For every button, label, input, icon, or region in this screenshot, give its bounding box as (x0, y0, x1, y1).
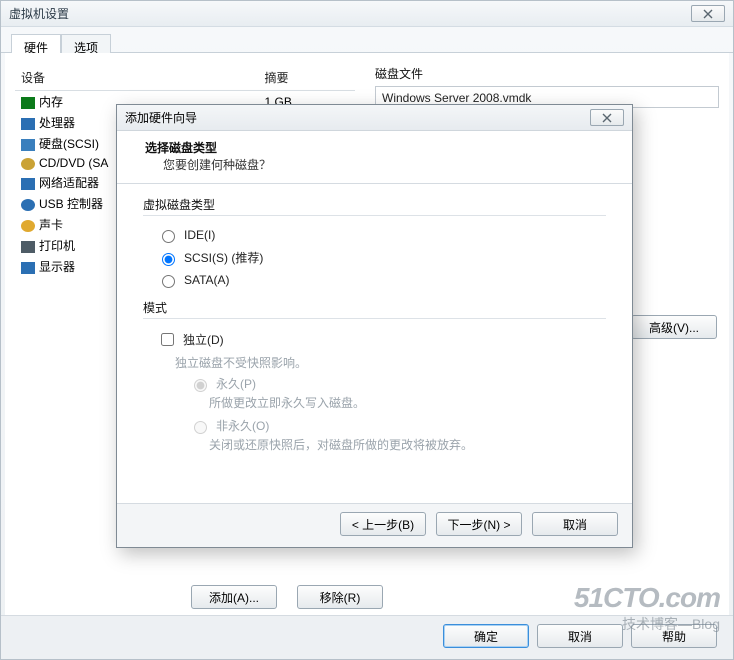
nonpersistent-hint: 关闭或还原快照后，对磁盘所做的更改将被放弃。 (175, 436, 606, 457)
settings-title: 虚拟机设置 (9, 1, 69, 27)
radio-sata-row[interactable]: SATA(A) (143, 269, 606, 291)
wizard-cancel-button[interactable]: 取消 (532, 512, 618, 536)
sound-icon (21, 220, 35, 232)
hardware-name: CD/DVD (SA (39, 156, 108, 170)
cd-icon (21, 158, 35, 170)
wizard-body: 虚拟磁盘类型 IDE(I) SCSI(S) (推荐) SATA(A) 模式 独立… (117, 184, 632, 503)
radio-ide-label: IDE(I) (184, 228, 215, 242)
diskfile-label: 磁盘文件 (375, 65, 719, 82)
col-summary[interactable]: 摘要 (259, 65, 355, 91)
close-icon (703, 9, 713, 19)
group-disk-type: 虚拟磁盘类型 IDE(I) SCSI(S) (推荐) SATA(A) (143, 196, 606, 291)
hdd-icon (21, 139, 35, 151)
hardware-name: 网络适配器 (39, 176, 99, 190)
group-mode: 模式 独立(D) 独立磁盘不受快照影响。 永久(P) 所做更改立即永久写入磁盘。… (143, 299, 606, 457)
radio-scsi-row[interactable]: SCSI(S) (推荐) (143, 246, 606, 269)
divider (143, 215, 606, 216)
radio-ide[interactable] (162, 230, 175, 243)
radio-persistent-row: 永久(P) (175, 373, 606, 394)
divider (143, 318, 606, 319)
settings-help-button[interactable]: 帮助 (631, 624, 717, 648)
settings-close-button[interactable] (691, 5, 725, 22)
settings-ok-button[interactable]: 确定 (443, 624, 529, 648)
independent-subblock: 独立磁盘不受快照影响。 永久(P) 所做更改立即永久写入磁盘。 非永久(O) 关… (143, 352, 606, 457)
group-mode-label: 模式 (143, 299, 606, 316)
persistent-hint: 所做更改立即永久写入磁盘。 (175, 394, 606, 415)
radio-scsi[interactable] (162, 253, 175, 266)
wizard-next-button[interactable]: 下一步(N) > (436, 512, 522, 536)
printer-icon (21, 241, 35, 253)
hardware-name: USB 控制器 (39, 197, 103, 211)
wizard-header: 选择磁盘类型 您要创建何种磁盘？ (117, 131, 632, 184)
settings-titlebar: 虚拟机设置 (1, 1, 733, 27)
hardware-name: 硬盘(SCSI) (39, 137, 99, 151)
group-disk-type-label: 虚拟磁盘类型 (143, 196, 606, 213)
add-hardware-wizard: 添加硬件向导 选择磁盘类型 您要创建何种磁盘？ 虚拟磁盘类型 IDE(I) SC… (116, 104, 633, 548)
radio-sata[interactable] (162, 275, 175, 288)
display-icon (21, 262, 35, 274)
tab-options[interactable]: 选项 (61, 34, 111, 53)
wizard-heading: 选择磁盘类型 (145, 139, 614, 156)
radio-sata-label: SATA(A) (184, 273, 230, 287)
independent-note: 独立磁盘不受快照影响。 (175, 354, 606, 371)
add-hardware-button[interactable]: 添加(A)... (191, 585, 277, 609)
wizard-close-button[interactable] (590, 109, 624, 126)
wizard-subheading: 您要创建何种磁盘？ (145, 156, 614, 173)
nic-icon (21, 178, 35, 190)
col-device[interactable]: 设备 (15, 65, 259, 91)
settings-cancel-button[interactable]: 取消 (537, 624, 623, 648)
hardware-name: 显示器 (39, 260, 75, 274)
radio-nonpersistent-label: 非永久(O) (216, 417, 269, 434)
settings-footer: 确定 取消 帮助 (1, 615, 733, 659)
wizard-titlebar: 添加硬件向导 (117, 105, 632, 131)
wizard-title: 添加硬件向导 (125, 109, 197, 126)
check-independent[interactable] (161, 333, 174, 346)
settings-tabs: 硬件 选项 (1, 27, 733, 53)
radio-nonpersistent-row: 非永久(O) (175, 415, 606, 436)
hardware-name: 内存 (39, 95, 63, 109)
radio-scsi-label: SCSI(S) (推荐) (184, 249, 263, 266)
check-independent-label: 独立(D) (183, 331, 224, 348)
radio-persistent-label: 永久(P) (216, 375, 256, 392)
memory-icon (21, 97, 35, 109)
close-icon (602, 113, 612, 123)
usb-icon (21, 199, 35, 211)
radio-persistent (194, 379, 207, 392)
cpu-icon (21, 118, 35, 130)
radio-nonpersistent (194, 421, 207, 434)
wizard-footer: < 上一步(B) 下一步(N) > 取消 (117, 503, 632, 547)
remove-hardware-button[interactable]: 移除(R) (297, 585, 383, 609)
hardware-list-buttons: 添加(A)... 移除(R) (191, 585, 383, 609)
check-independent-row[interactable]: 独立(D) (143, 327, 606, 352)
hardware-name: 处理器 (39, 116, 75, 130)
hardware-name: 打印机 (39, 239, 75, 253)
hardware-name: 声卡 (39, 218, 63, 232)
wizard-back-button[interactable]: < 上一步(B) (340, 512, 426, 536)
tab-hardware[interactable]: 硬件 (11, 34, 61, 53)
radio-ide-row[interactable]: IDE(I) (143, 224, 606, 246)
advanced-button[interactable]: 高级(V)... (631, 315, 717, 339)
